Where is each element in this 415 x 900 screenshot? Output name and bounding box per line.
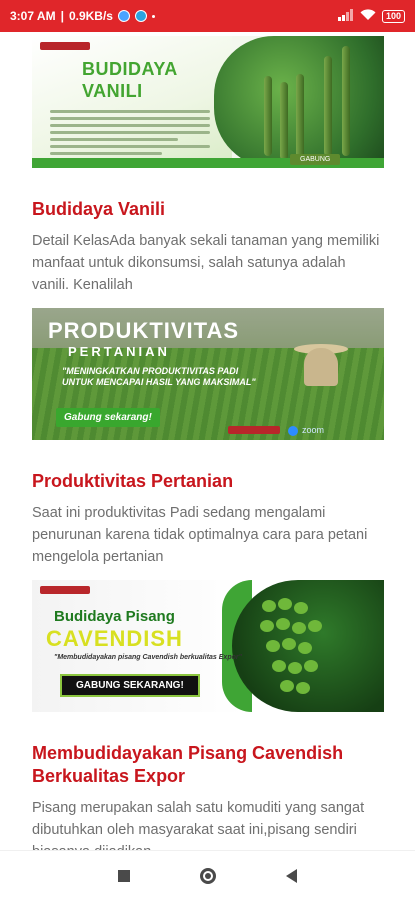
banana-photo [232, 580, 384, 712]
article-title[interactable]: Budidaya Vanili [32, 198, 384, 221]
article-card[interactable]: BUDIDAYA VANILI GABUNG Budidaya Vanili D… [32, 36, 384, 296]
messenger-icon [117, 10, 130, 22]
article-list[interactable]: BUDIDAYA VANILI GABUNG Budidaya Vanili D… [0, 32, 415, 850]
telegram-icon [134, 10, 147, 22]
banner-subheading: PERTANIAN [68, 344, 170, 359]
battery-icon: 100 [381, 9, 405, 23]
article-title[interactable]: Produktivitas Pertanian [32, 470, 384, 493]
banner-join-button: GABUNG SEKARANG! [60, 674, 200, 697]
home-icon[interactable] [200, 867, 216, 884]
status-speed: 0.9KB/s [68, 9, 113, 23]
article-title[interactable]: Membudidayakan Pisang Cavendish Berkuali… [32, 742, 384, 788]
banner-heading: Budidaya Pisang [54, 608, 175, 625]
article-description: Detail KelasAda banyak sekali tanaman ya… [32, 233, 380, 293]
banner-join-button: Gabung sekarang! [56, 408, 160, 427]
banner-heading: BUDIDAYA VANILI [82, 59, 178, 101]
back-icon[interactable] [286, 868, 297, 883]
article-card[interactable]: PRODUKTIVITAS PERTANIAN "MENINGKATKAN PR… [32, 308, 384, 568]
recent-apps-icon[interactable] [118, 869, 130, 882]
zoom-icon [288, 426, 298, 436]
banner-join-button: GABUNG [290, 154, 341, 165]
system-nav-bar [0, 850, 415, 900]
banner-tagline: "Membudidayakan pisang Cavendish berkual… [54, 654, 242, 661]
wifi-icon [360, 8, 376, 24]
zoom-label: zoom [302, 425, 325, 435]
brand-logo [40, 586, 90, 594]
banner-subheading: CAVENDISH [46, 626, 183, 651]
article-banner-cavendish[interactable]: Budidaya Pisang CAVENDISH "Membudidayaka… [32, 580, 384, 712]
notification-dot-icon [151, 14, 155, 18]
article-description: Pisang merupakan salah satu komuditi yan… [32, 800, 365, 850]
article-description: Saat ini produktivitas Padi sedang menga… [32, 505, 368, 565]
vanilla-photo [214, 36, 384, 168]
status-time: 3:07 AM [10, 9, 56, 23]
banner-heading: PRODUKTIVITAS [48, 318, 240, 343]
brand-logo [228, 426, 280, 434]
article-banner-produktivitas[interactable]: PRODUKTIVITAS PERTANIAN "MENINGKATKAN PR… [32, 308, 384, 440]
banner-quote: "MENINGKATKAN PRODUKTIVITAS PADI UNTUK M… [62, 366, 256, 387]
article-banner-vanili[interactable]: BUDIDAYA VANILI GABUNG [32, 36, 384, 168]
brand-logo [40, 42, 90, 50]
signal-icon [337, 8, 354, 24]
farmer-photo [304, 348, 338, 386]
status-bar: 3:07 AM | 0.9KB/s 100 [0, 0, 415, 32]
banner-paragraph [50, 110, 210, 159]
article-card[interactable]: Budidaya Pisang CAVENDISH "Membudidayaka… [32, 580, 384, 850]
